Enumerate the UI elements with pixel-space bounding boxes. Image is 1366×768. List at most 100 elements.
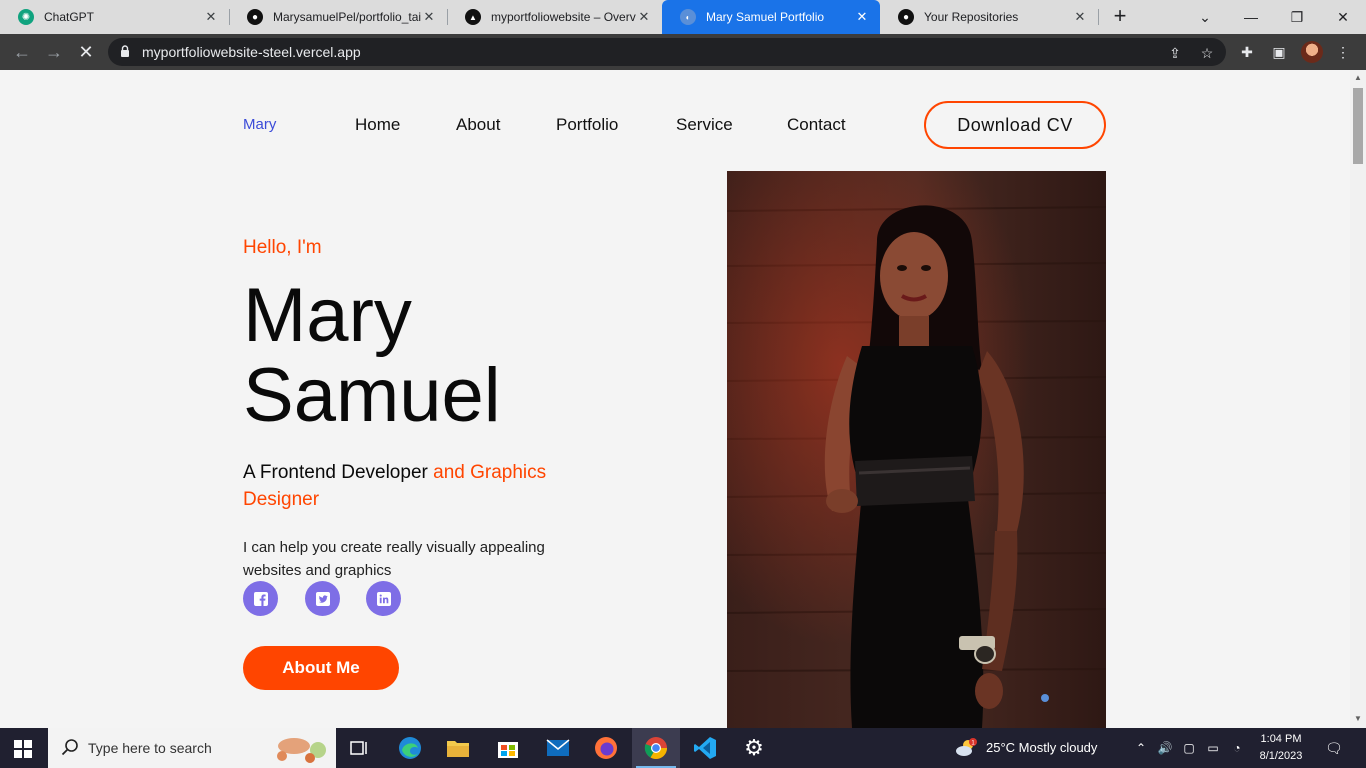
close-tab-icon[interactable]: ✕ bbox=[421, 9, 437, 25]
nav-portfolio[interactable]: Portfolio bbox=[556, 115, 618, 135]
vscode-icon bbox=[694, 737, 716, 759]
clock-time: 1:04 PM bbox=[1260, 733, 1302, 745]
linkedin-icon bbox=[376, 591, 391, 606]
tab-title: MarysamuelPel/portfolio_tail bbox=[273, 10, 421, 24]
site-favicon-icon: ◐ bbox=[680, 9, 696, 25]
back-button[interactable]: ← bbox=[10, 40, 34, 64]
tab-vercel[interactable]: ▲ myportfoliowebsite – Overvie ✕ bbox=[447, 0, 662, 34]
scroll-down-arrow-icon[interactable]: ▼ bbox=[1353, 714, 1363, 723]
clock-date: 8/1/2023 bbox=[1259, 750, 1303, 762]
tab-title: Your Repositories bbox=[924, 10, 1019, 24]
tab-github-repo[interactable]: ● MarysamuelPel/portfolio_tail ✕ bbox=[229, 0, 447, 34]
browser-tab-strip: ✺ ChatGPT ✕ ● MarysamuelPel/portfolio_ta… bbox=[0, 0, 1366, 34]
github-icon: ● bbox=[898, 9, 914, 25]
share-icon[interactable]: ⇪ bbox=[1166, 44, 1184, 62]
firefox-icon bbox=[595, 737, 617, 759]
tab-title: ChatGPT bbox=[44, 10, 95, 24]
task-view-icon bbox=[350, 741, 367, 755]
hero-greeting: Hello, I'm bbox=[243, 237, 322, 258]
weather-text[interactable]: 25°C Mostly cloudy bbox=[986, 740, 1097, 755]
facebook-icon bbox=[253, 591, 268, 606]
battery-icon[interactable]: ▭ bbox=[1205, 740, 1221, 756]
tab-title: myportfoliowebsite – Overvie bbox=[491, 10, 636, 24]
taskbar-search-box[interactable]: Type here to search bbox=[48, 728, 336, 768]
stop-loading-button[interactable]: ✕ bbox=[74, 40, 98, 64]
taskbar-clock[interactable]: 1:04 PM 8/1/2023 bbox=[1254, 731, 1308, 765]
extensions-icon[interactable]: ✚ bbox=[1238, 43, 1256, 61]
forward-button[interactable]: → bbox=[42, 40, 66, 64]
tab-divider bbox=[1098, 9, 1099, 25]
tab-search-icon[interactable]: ⌄ bbox=[1182, 0, 1228, 34]
notifications-icon[interactable]: 🗨 bbox=[1325, 740, 1343, 756]
nav-home[interactable]: Home bbox=[355, 115, 400, 135]
bookmark-star-icon[interactable]: ☆ bbox=[1198, 44, 1216, 62]
tab-chatgpt[interactable]: ✺ ChatGPT ✕ bbox=[0, 0, 229, 34]
task-view-button[interactable] bbox=[336, 728, 384, 768]
mail-icon bbox=[546, 739, 570, 756]
close-tab-icon[interactable]: ✕ bbox=[1072, 9, 1088, 25]
edge-icon bbox=[399, 737, 421, 759]
close-tab-icon[interactable]: ✕ bbox=[636, 9, 652, 25]
twitter-link[interactable] bbox=[305, 581, 340, 616]
new-tab-button[interactable]: + bbox=[1109, 5, 1131, 29]
tab-portfolio[interactable]: ◐ Mary Samuel Portfolio ✕ bbox=[662, 0, 880, 34]
volume-icon[interactable]: 🔊 bbox=[1157, 740, 1173, 756]
hero-name: Mary Samuel bbox=[243, 276, 501, 436]
gear-icon: ⚙ bbox=[744, 735, 764, 760]
scroll-up-arrow-icon[interactable]: ▲ bbox=[1353, 73, 1363, 82]
vercel-icon: ▲ bbox=[465, 9, 481, 25]
restore-button[interactable]: ❐ bbox=[1274, 0, 1320, 34]
side-panel-icon[interactable]: ▣ bbox=[1270, 43, 1288, 61]
site-logo[interactable]: Mary bbox=[243, 116, 276, 133]
chatgpt-icon: ✺ bbox=[18, 9, 34, 25]
linkedin-link[interactable] bbox=[366, 581, 401, 616]
wifi-icon[interactable]: ◔ bbox=[1229, 740, 1245, 756]
tab-your-repositories[interactable]: ● Your Repositories ✕ bbox=[880, 0, 1098, 34]
show-hidden-icons-icon[interactable]: ⌃ bbox=[1133, 740, 1149, 756]
browser-menu-icon[interactable]: ⋮ bbox=[1334, 43, 1352, 61]
close-tab-icon[interactable]: ✕ bbox=[203, 9, 219, 25]
hero-role: A Frontend Developer and Graphics Design… bbox=[243, 459, 573, 513]
hero-name-last: Samuel bbox=[243, 353, 501, 438]
search-icon bbox=[61, 739, 78, 756]
about-me-button[interactable]: About Me bbox=[243, 646, 399, 690]
tab-title: Mary Samuel Portfolio bbox=[706, 10, 825, 24]
scrollbar-thumb[interactable] bbox=[1353, 88, 1363, 164]
twitter-icon bbox=[315, 591, 330, 606]
meet-now-icon[interactable]: ▢ bbox=[1181, 740, 1197, 756]
search-placeholder: Type here to search bbox=[88, 740, 212, 756]
taskbar-chrome[interactable] bbox=[632, 728, 680, 768]
windows-taskbar: Type here to search ⚙ 1 25°C Mostly clou… bbox=[0, 728, 1366, 768]
weather-icon[interactable]: 1 bbox=[955, 738, 977, 758]
taskbar-vscode[interactable] bbox=[681, 728, 729, 768]
taskbar-store[interactable] bbox=[484, 728, 532, 768]
page-scrollbar[interactable]: ▲ ▼ bbox=[1350, 70, 1366, 728]
browser-toolbar: ← → ✕ myportfoliowebsite-steel.vercel.ap… bbox=[0, 34, 1366, 70]
minimize-button[interactable]: — bbox=[1228, 0, 1274, 34]
portrait-illustration bbox=[727, 171, 1106, 728]
profile-photo bbox=[727, 171, 1106, 728]
facebook-link[interactable] bbox=[243, 581, 278, 616]
nav-contact[interactable]: Contact bbox=[787, 115, 846, 135]
nav-service[interactable]: Service bbox=[676, 115, 733, 135]
nav-about[interactable]: About bbox=[456, 115, 500, 135]
hero-name-first: Mary bbox=[243, 273, 412, 358]
close-tab-icon[interactable]: ✕ bbox=[854, 9, 870, 25]
taskbar-firefox[interactable] bbox=[582, 728, 630, 768]
hero-description: I can help you create really visually ap… bbox=[243, 539, 545, 579]
taskbar-settings[interactable]: ⚙ bbox=[730, 728, 778, 768]
download-cv-button[interactable]: Download CV bbox=[924, 101, 1106, 149]
chrome-icon bbox=[644, 737, 667, 759]
store-icon bbox=[498, 742, 518, 758]
windows-start-icon[interactable] bbox=[14, 740, 32, 758]
portfolio-page: Mary Home About Portfolio Service Contac… bbox=[0, 70, 1350, 728]
address-bar[interactable]: myportfoliowebsite-steel.vercel.app ⇪ ☆ bbox=[108, 38, 1226, 66]
search-highlight-illustration-icon bbox=[277, 738, 326, 763]
close-window-button[interactable]: ✕ bbox=[1320, 0, 1366, 34]
profile-avatar[interactable] bbox=[1301, 41, 1323, 63]
url-text: myportfoliowebsite-steel.vercel.app bbox=[142, 44, 361, 60]
taskbar-mail[interactable] bbox=[534, 728, 582, 768]
folder-icon bbox=[447, 741, 469, 757]
taskbar-file-explorer[interactable] bbox=[434, 728, 482, 768]
taskbar-edge[interactable] bbox=[386, 728, 434, 768]
